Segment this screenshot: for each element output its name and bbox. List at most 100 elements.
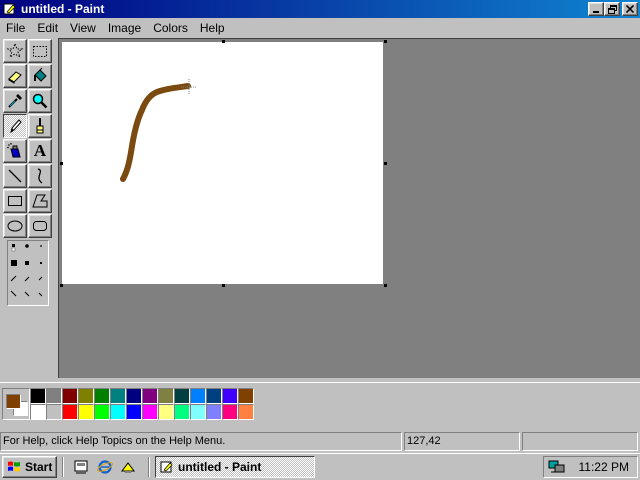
tool-fill-with-color[interactable] [28,64,52,88]
palette-color[interactable] [174,388,190,404]
minimize-button[interactable] [588,2,604,16]
rectangle-icon [8,196,22,206]
tool-eraser[interactable] [3,64,27,88]
menu-view[interactable]: View [64,21,102,35]
menu-colors[interactable]: Colors [147,21,194,35]
menu-help[interactable]: Help [194,21,231,35]
palette-color[interactable] [126,404,142,420]
eyedropper-icon [8,94,22,108]
palette-color[interactable] [190,388,206,404]
restore-icon [607,4,617,14]
tool-rectangle[interactable] [3,189,27,213]
tool-pick-color[interactable] [3,89,27,113]
palette-color[interactable] [142,404,158,420]
tool-text[interactable]: A [28,139,52,163]
palette-color[interactable] [222,404,238,420]
palette-color[interactable] [174,404,190,420]
ellipse-icon [7,220,23,232]
resize-handle-right[interactable] [384,162,387,165]
menu-edit[interactable]: Edit [31,21,64,35]
show-desktop-icon [74,460,88,474]
status-bar: For Help, click Help Topics on the Help … [0,431,640,452]
pencil-icon [10,119,22,134]
start-button[interactable]: Start [2,456,57,478]
brush-stroke [120,79,197,182]
title-bar[interactable]: untitled - Paint [0,0,640,18]
polygon-icon [32,194,48,208]
taskbar-task-paint[interactable]: untitled - Paint [155,456,315,478]
network-icon[interactable] [548,459,566,475]
palette-color[interactable] [94,404,110,420]
tool-select[interactable] [28,39,52,63]
palette-color[interactable] [190,404,206,420]
palette-color[interactable] [30,404,46,420]
resize-handle-bottom-right[interactable] [384,284,387,287]
palette-color[interactable] [110,404,126,420]
palette-color[interactable] [94,388,110,404]
palette-color[interactable] [62,404,78,420]
palette-color[interactable] [126,388,142,404]
color-palette [30,388,254,420]
eraser-icon [8,71,22,84]
curve-icon [37,168,43,184]
taskbar: Start untitled - Paint 11:22 PM [0,453,640,480]
tool-pencil[interactable] [3,114,27,138]
show-desktop-button[interactable] [72,458,90,476]
palette-color[interactable] [78,388,94,404]
palette-color[interactable] [62,388,78,404]
palette-color[interactable] [206,404,222,420]
palette-color[interactable] [206,388,222,404]
tool-rounded-rectangle[interactable] [28,214,52,238]
start-label: Start [25,460,53,474]
rect-select-icon [33,46,47,57]
window-title: untitled - Paint [21,2,105,16]
resize-handle-top [222,40,225,43]
text-icon: A [33,141,47,160]
palette-color[interactable] [46,388,62,404]
rounded-rectangle-icon [33,221,47,231]
paint-app-icon[interactable] [2,1,18,17]
windows-logo-icon [8,461,20,472]
tool-magnifier[interactable] [28,89,52,113]
channels-button[interactable] [119,458,137,476]
menu-image[interactable]: Image [102,21,147,35]
color-box [0,382,640,430]
palette-color[interactable] [238,388,254,404]
taskbar-task-label: untitled - Paint [178,460,262,474]
tool-options-panel[interactable] [7,240,49,306]
palette-color[interactable] [46,404,62,420]
menu-file[interactable]: File [0,21,31,35]
workspace[interactable] [58,38,640,378]
palette-color[interactable] [222,388,238,404]
status-size [522,432,638,451]
palette-color[interactable] [30,388,46,404]
magnifier-icon [32,93,48,109]
tool-curve[interactable] [28,164,52,188]
palette-color[interactable] [142,388,158,404]
tool-free-form-select[interactable] [3,39,27,63]
restore-button[interactable] [604,2,620,16]
system-tray: 11:22 PM [543,456,638,478]
clock[interactable]: 11:22 PM [579,460,629,474]
status-coordinates: 127,42 [404,432,520,451]
paint-task-icon [160,461,173,473]
current-colors[interactable] [2,388,30,420]
palette-color[interactable] [78,404,94,420]
tool-polygon[interactable] [28,189,52,213]
drawing-canvas[interactable] [62,42,383,284]
close-button[interactable] [622,2,638,16]
palette-color[interactable] [158,388,174,404]
tool-airbrush[interactable] [3,139,27,163]
tool-brush[interactable] [28,114,52,138]
star-select-icon [6,42,24,59]
palette-color[interactable] [110,388,126,404]
resize-handle-top-right [384,40,387,43]
resize-handle-bottom-left [60,284,63,287]
tool-ellipse[interactable] [3,214,27,238]
pencil-shape-options-icon [10,244,43,297]
palette-color[interactable] [238,404,254,420]
tool-line[interactable] [3,164,27,188]
resize-handle-bottom[interactable] [222,284,225,287]
palette-color[interactable] [158,404,174,420]
internet-explorer-button[interactable] [96,458,114,476]
